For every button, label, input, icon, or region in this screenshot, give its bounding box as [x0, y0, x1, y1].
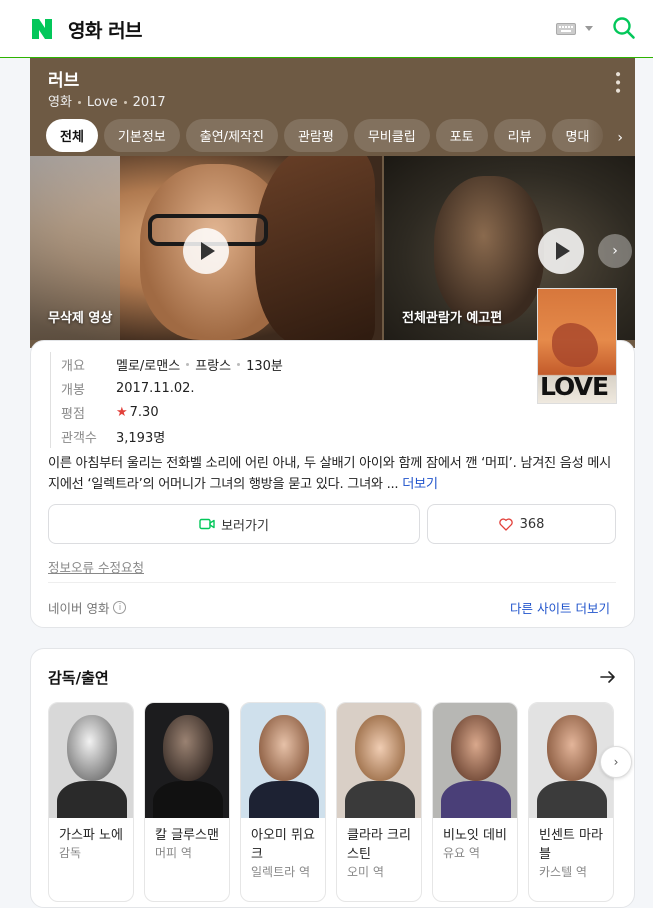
country-link[interactable]: 프랑스	[195, 355, 231, 374]
movie-poster[interactable]: LOVE	[537, 288, 617, 404]
cast-person[interactable]: 비노잇 데비 유요 역	[432, 702, 518, 902]
tab-all[interactable]: 전체	[46, 119, 98, 152]
heart-icon	[498, 517, 513, 531]
video-icon	[199, 518, 215, 530]
clips-next-icon[interactable]: ›	[598, 234, 632, 268]
cast-photo	[433, 703, 517, 818]
movie-title: 러브	[48, 71, 80, 91]
meta-year: 2017	[132, 95, 166, 110]
meta-type: 영화	[48, 95, 72, 110]
movie-meta: 영화 Love 2017	[48, 91, 166, 110]
info-key: 평점	[61, 406, 85, 422]
watch-button[interactable]: 보러가기	[48, 504, 420, 544]
watch-label: 보러가기	[221, 518, 269, 534]
source-label: 네이버 영화 i	[48, 598, 127, 617]
naver-logo-icon[interactable]	[30, 17, 54, 41]
page-title: 영화 러브	[68, 20, 143, 42]
source-text: 네이버 영화	[48, 601, 110, 616]
play-icon[interactable]	[183, 228, 229, 274]
top-bar: 영화 러브	[0, 0, 653, 58]
release-date: 2017.11.02.	[116, 380, 195, 396]
poster-text: LOVE	[540, 372, 609, 401]
tab-movie-clips[interactable]: 무비클립	[353, 119, 430, 152]
tab-cast-crew[interactable]: 출연/제작진	[185, 119, 278, 152]
synopsis-text: 이른 아침부터 울리는 전화벨 소리에 어린 아내, 두 살배기 아이와 함께 …	[48, 456, 611, 492]
info-key: 개봉	[61, 382, 85, 398]
play-icon[interactable]	[538, 228, 584, 274]
cast-person[interactable]: 아오미 뮈요크 일렉트라 역	[240, 702, 326, 902]
cast-role: 유요 역	[443, 846, 480, 860]
cast-photo	[49, 703, 133, 818]
info-row-overview: 개요 멜로/로맨스 프랑스 130분	[61, 352, 283, 376]
cast-name: 가스파 노에	[59, 828, 123, 843]
info-row-audience: 관객수 3,193명	[61, 424, 283, 448]
cast-role: 일렉트라 역	[251, 865, 311, 879]
info-row-rating: 평점 ★ 7.30	[61, 400, 283, 424]
cast-name: 빈센트 마라블	[539, 828, 603, 862]
other-sites-link[interactable]: 다른 사이트 더보기	[510, 598, 610, 617]
cast-role: 감독	[59, 846, 82, 860]
cast-list: 가스파 노에 감독 칼 글루스맨 머피 역 아오미 뮈요크 일렉트라 역 클라라…	[48, 702, 614, 902]
cast-name: 아오미 뮈요크	[251, 828, 315, 862]
cast-next-icon[interactable]: ›	[600, 746, 632, 778]
clip-thumbnail	[434, 176, 544, 326]
divider	[48, 582, 616, 583]
info-key: 관객수	[61, 430, 97, 446]
cast-person[interactable]: 칼 글루스맨 머피 역	[144, 702, 230, 902]
cast-photo	[145, 703, 229, 818]
report-error-link[interactable]: 정보오류 수정요청	[48, 557, 144, 576]
cast-photo	[337, 703, 421, 818]
info-key: 개요	[61, 358, 85, 374]
cast-person[interactable]: 가스파 노에 감독	[48, 702, 134, 902]
tab-bar: 전체 기본정보 출연/제작진 관람평 무비클립 포토 리뷰 명대	[46, 119, 604, 152]
cast-name: 비노잇 데비	[443, 828, 507, 843]
cast-section-title: 감독/출연	[48, 669, 109, 687]
tab-reviews-rating[interactable]: 관람평	[283, 119, 348, 152]
tabs-fade	[587, 116, 635, 158]
keyboard-icon[interactable]	[556, 23, 576, 35]
arrow-right-icon[interactable]	[600, 670, 616, 684]
cast-photo	[241, 703, 325, 818]
tabs-next-icon[interactable]: ›	[617, 130, 623, 146]
rating-value[interactable]: 7.30	[130, 405, 159, 420]
clip-uncut[interactable]: 무삭제 영상	[30, 156, 382, 340]
cast-person[interactable]: 클라라 크리스틴 오미 역	[336, 702, 422, 902]
like-count: 368	[519, 516, 545, 532]
cast-role: 머피 역	[155, 846, 192, 860]
meta-english-title: Love	[86, 95, 118, 110]
cast-name: 칼 글루스맨	[155, 828, 219, 843]
cast-name: 클라라 크리스틴	[347, 828, 411, 862]
genre-link[interactable]: 멜로/로맨스	[116, 355, 180, 374]
more-options-icon[interactable]: •••	[609, 70, 625, 95]
clip-label: 전체관람가 예고편	[402, 311, 503, 326]
info-row-release: 개봉 2017.11.02.	[61, 376, 283, 400]
search-icon[interactable]	[612, 16, 636, 40]
info-rows: 개요 멜로/로맨스 프랑스 130분 개봉 2017.11.02. 평점 ★ 7.…	[50, 352, 283, 448]
audience-count: 3,193명	[116, 430, 166, 446]
tab-basic-info[interactable]: 기본정보	[103, 119, 180, 152]
tab-photos[interactable]: 포토	[435, 119, 488, 152]
more-link[interactable]: 더보기	[402, 477, 438, 492]
like-button[interactable]: 368	[427, 504, 616, 544]
tab-reviews[interactable]: 리뷰	[493, 119, 546, 152]
info-icon[interactable]: i	[113, 601, 127, 614]
runtime: 130분	[246, 358, 283, 374]
keyboard-dropdown-icon[interactable]	[585, 26, 593, 31]
clip-label: 무삭제 영상	[48, 311, 113, 326]
synopsis: 이른 아침부터 울리는 전화벨 소리에 어린 아내, 두 살배기 아이와 함께 …	[48, 453, 618, 495]
cast-role: 카스텔 역	[539, 865, 587, 879]
cast-role: 오미 역	[347, 865, 384, 879]
cast-person[interactable]: 빈센트 마라블 카스텔 역	[528, 702, 614, 902]
star-icon: ★	[116, 404, 128, 420]
